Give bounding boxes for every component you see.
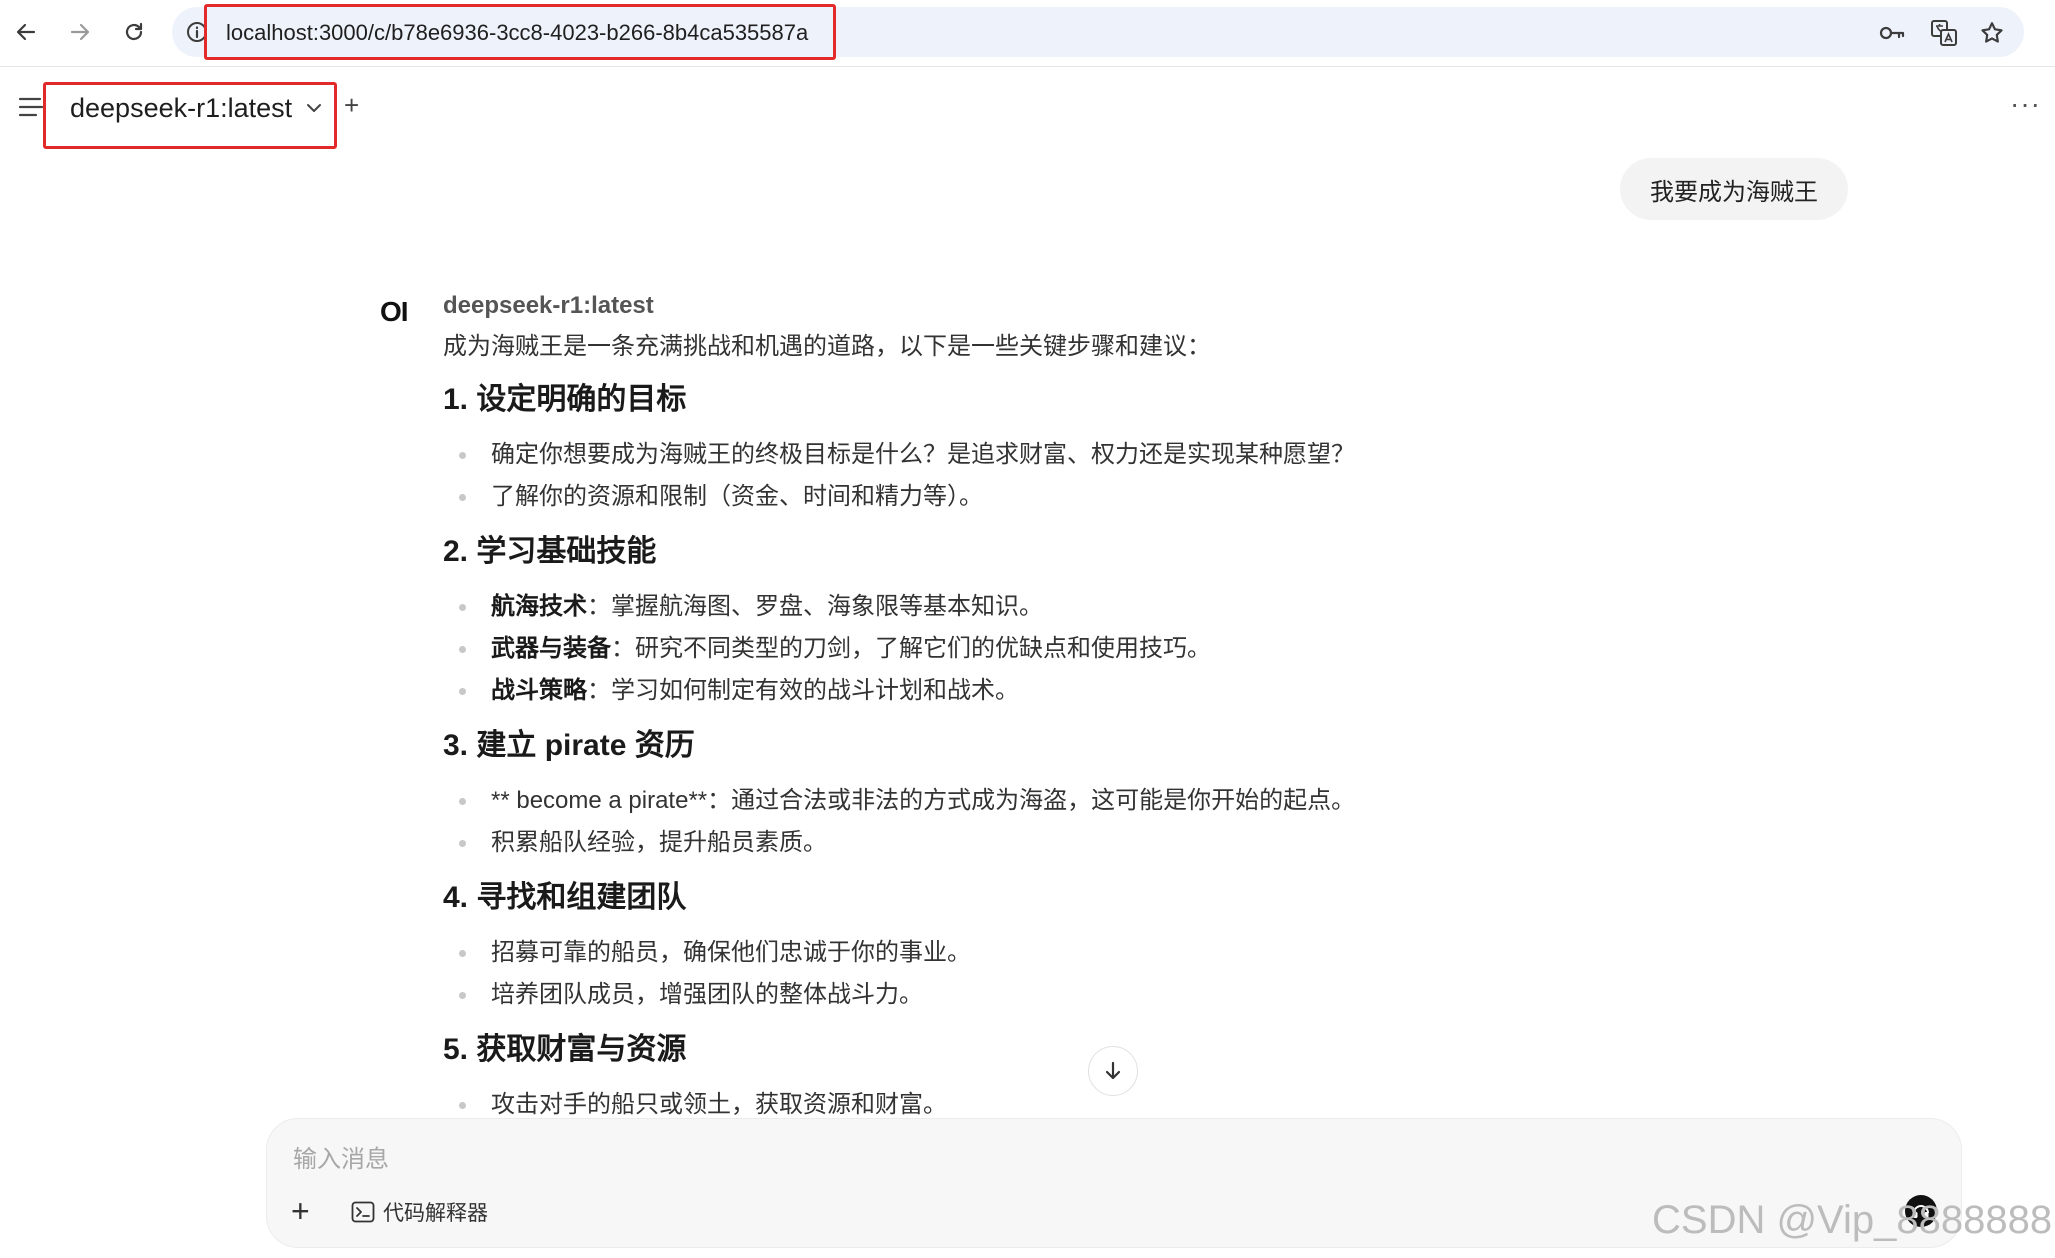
section-title: 3. 建立 pirate 资历 xyxy=(443,729,695,762)
assistant-intro: 成为海贼王是一条充满挑战和机遇的道路，以下是一些关键步骤和建议： xyxy=(443,333,1211,360)
url-annotation-box xyxy=(204,4,836,60)
list-item: ** become a pirate**：通过合法或非法的方式成为海盗，这可能是… xyxy=(443,780,1443,822)
list-item: 确定你想要成为海贼王的终极目标是什么？是追求财富、权力还是实现某种愿望？ xyxy=(443,434,1443,476)
scroll-to-bottom-button[interactable] xyxy=(1088,1046,1138,1096)
watermark: CSDN @Vip_8888888 xyxy=(1652,1198,2053,1242)
bullet-list: 确定你想要成为海贼王的终极目标是什么？是追求财富、权力还是实现某种愿望？ 了解你… xyxy=(443,434,1443,518)
bullet-list: 招募可靠的船员，确保他们忠诚于你的事业。 培养团队成员，增强团队的整体战斗力。 xyxy=(443,932,1443,1016)
message-input[interactable] xyxy=(291,1139,1895,1181)
bullet-list: 航海技术：掌握航海图、罗盘、海象限等基本知识。 武器与装备：研究不同类型的刀剑，… xyxy=(443,586,1443,712)
model-annotation-box xyxy=(43,82,337,149)
section-title: 2. 学习基础技能 xyxy=(443,535,657,568)
code-interpreter-label: 代码解释器 xyxy=(383,1202,488,1225)
back-button[interactable] xyxy=(8,14,44,50)
forward-button[interactable] xyxy=(62,14,98,50)
translate-icon xyxy=(1931,20,1957,46)
reload-button[interactable] xyxy=(116,14,152,50)
star-icon xyxy=(1981,22,2003,43)
list-item: 航海技术：掌握航海图、罗盘、海象限等基本知识。 xyxy=(443,586,1443,628)
terminal-icon xyxy=(351,1201,375,1223)
section-title: 1. 设定明确的目标 xyxy=(443,383,687,416)
list-item: 武器与装备：研究不同类型的刀剑，了解它们的优缺点和使用技巧。 xyxy=(443,628,1443,670)
bullet-list: ** become a pirate**：通过合法或非法的方式成为海盗，这可能是… xyxy=(443,780,1443,864)
assistant-name: deepseek-r1:latest xyxy=(443,292,654,319)
reload-icon xyxy=(125,22,143,41)
menu-icon xyxy=(18,97,44,117)
add-model-button[interactable]: + xyxy=(344,90,359,121)
translate-button[interactable] xyxy=(1930,19,1958,47)
code-interpreter-button[interactable]: 代码解释器 xyxy=(351,1197,488,1227)
section-title: 4. 寻找和组建团队 xyxy=(443,881,687,914)
key-icon xyxy=(1879,26,1905,40)
list-item: 了解你的资源和限制（资金、时间和精力等）。 xyxy=(443,476,1443,518)
attach-button[interactable]: + xyxy=(291,1193,310,1229)
user-message: 我要成为海贼王 xyxy=(1620,158,1848,220)
assistant-message: deepseek-r1:latest 成为海贼王是一条充满挑战和机遇的道路，以下… xyxy=(443,290,1443,1132)
password-key-button[interactable] xyxy=(1878,19,1906,47)
section-title: 5. 获取财富与资源 xyxy=(443,1033,687,1066)
browser-toolbar: localhost:3000/c/b78e6936-3cc8-4023-b266… xyxy=(0,0,2055,67)
list-item: 招募可靠的船员，确保他们忠诚于你的事业。 xyxy=(443,932,1443,974)
list-item: 战斗策略：学习如何制定有效的战斗计划和战术。 xyxy=(443,670,1443,712)
list-item: 积累船队经验，提升船员素质。 xyxy=(443,822,1443,864)
back-icon xyxy=(16,23,36,41)
sidebar-toggle-button[interactable] xyxy=(18,96,46,120)
chat-header: deepseek-r1:latest + ··· xyxy=(0,68,2055,149)
list-item: 培养团队成员，增强团队的整体战斗力。 xyxy=(443,974,1443,1016)
assistant-avatar: OI xyxy=(380,296,409,327)
arrow-down-icon xyxy=(1105,1061,1121,1080)
forward-icon xyxy=(70,23,90,41)
more-options-icon[interactable]: ··· xyxy=(2010,88,2041,120)
bookmark-button[interactable] xyxy=(1978,19,2006,47)
